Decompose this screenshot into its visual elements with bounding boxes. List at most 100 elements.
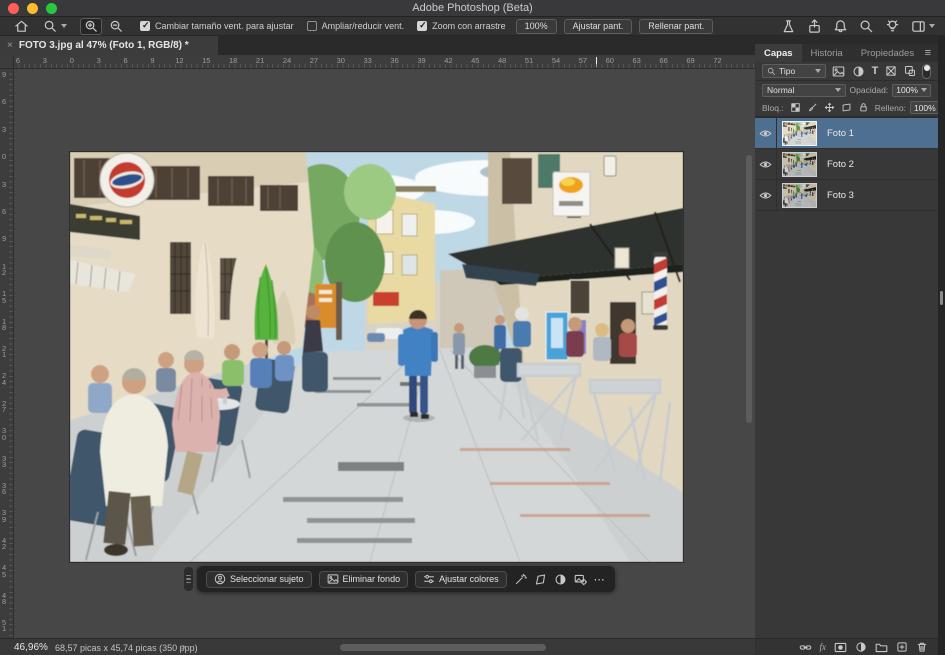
remove-background-label: Eliminar fondo [343, 574, 401, 584]
fit-screen-button[interactable]: Ajustar pant. [564, 19, 633, 34]
search-icon [767, 67, 776, 76]
layer-effects-icon[interactable]: fx [820, 642, 827, 652]
learn-bulb-icon[interactable] [885, 19, 900, 34]
select-subject-button[interactable]: Seleccionar sujeto [206, 571, 312, 588]
canvas-image[interactable] [70, 152, 683, 562]
search-icon[interactable] [859, 19, 874, 34]
canvas-area[interactable] [14, 69, 755, 638]
vertical-ruler[interactable]: 96303691 21 51 82 12 42 73 03 33 63 94 2… [0, 69, 14, 638]
layer-visibility-toggle[interactable] [755, 149, 777, 180]
filter-toggle-switch[interactable] [922, 64, 931, 79]
delete-layer-trash-icon[interactable] [916, 641, 928, 653]
taskbar-drag-handle[interactable] [184, 567, 193, 591]
transform-icon[interactable] [534, 573, 547, 586]
filter-smartobject-icon[interactable] [904, 65, 916, 77]
workspace-switcher[interactable] [911, 19, 935, 34]
status-expand-icon[interactable]: > [181, 642, 186, 652]
tab-capas[interactable]: Capas [755, 44, 802, 62]
collapsed-panel-dock[interactable] [938, 36, 945, 655]
resize-window-checkbox[interactable]: Cambiar tamaño vent. para ajustar [140, 21, 294, 31]
adjustment-layer-icon[interactable] [855, 641, 867, 653]
eye-icon [759, 158, 772, 171]
layer-row-foto3[interactable]: Foto 3 [755, 180, 938, 211]
notifications-bell-icon[interactable] [833, 19, 848, 34]
more-options-icon[interactable]: ⋯ [594, 573, 606, 586]
layer-mask-icon[interactable] [834, 641, 847, 654]
window-title: Adobe Photoshop (Beta) [0, 2, 945, 14]
new-group-folder-icon[interactable] [875, 641, 888, 654]
lock-all-icon[interactable] [858, 102, 869, 113]
vertical-scrollbar[interactable] [744, 69, 754, 638]
link-layers-icon[interactable] [799, 641, 812, 654]
close-tab-icon[interactable]: × [7, 40, 13, 51]
layer-row-foto1[interactable]: Foto 1 [755, 118, 938, 149]
layer-filter-row: Tipo T [755, 62, 938, 81]
adjust-colors-button[interactable]: Ajustar colores [415, 571, 507, 588]
new-layer-icon[interactable] [896, 641, 908, 653]
layer-thumbnail[interactable] [782, 183, 817, 208]
adjustment-icon[interactable] [554, 573, 567, 586]
horizontal-scrollbar-thumb[interactable] [340, 644, 546, 651]
opacity-value-box[interactable]: 100% [892, 84, 931, 97]
select-subject-label: Seleccionar sujeto [230, 574, 304, 584]
lock-transparency-icon[interactable] [790, 102, 801, 113]
vertical-scrollbar-thumb[interactable] [746, 155, 752, 423]
zoom-out-button[interactable] [105, 18, 127, 35]
layer-name[interactable]: Foto 2 [827, 159, 854, 170]
fill-screen-button[interactable]: Rellenar pant. [639, 19, 713, 34]
home-button[interactable] [10, 18, 32, 35]
filter-type-label: Tipo [779, 66, 812, 76]
chevron-down-icon [815, 69, 821, 73]
status-zoom-level[interactable]: 46,96% [14, 642, 48, 653]
zoom-in-button[interactable] [80, 18, 102, 35]
remove-background-button[interactable]: Eliminar fondo [319, 571, 409, 588]
layer-name[interactable]: Foto 3 [827, 190, 854, 201]
layer-thumbnail[interactable] [782, 121, 817, 146]
layer-name[interactable]: Foto 1 [827, 128, 854, 139]
ruler-cursor-indicator [596, 57, 597, 67]
filter-adjustment-icon[interactable] [852, 65, 865, 78]
checkbox-unchecked [307, 21, 317, 31]
horizontal-ruler[interactable]: 6303691215182124273033363942454851545760… [14, 55, 755, 69]
tab-propiedades[interactable]: Propiedades [852, 44, 923, 62]
layer-thumbnail[interactable] [782, 152, 817, 177]
layer-visibility-toggle[interactable] [755, 118, 777, 149]
tab-historia[interactable]: Historia [802, 44, 852, 62]
checkbox-checked [140, 21, 150, 31]
magic-wand-icon[interactable] [514, 573, 527, 586]
eye-icon [759, 189, 772, 202]
beta-flask-icon[interactable] [781, 19, 796, 34]
panel-menu-icon[interactable]: ≡ [925, 44, 931, 62]
scrubby-zoom-checkbox[interactable]: Zoom con arrastre [417, 21, 506, 31]
zoom-tool-button[interactable] [40, 18, 70, 35]
status-bar: 46,96% 68,57 picas x 45,74 picas (350 pp… [0, 638, 755, 655]
zoom-all-windows-checkbox[interactable]: Ampliar/reducir vent. [307, 21, 405, 31]
image-settings-icon[interactable] [574, 573, 587, 586]
blend-mode-row: Normal Opacidad: 100% [755, 81, 938, 99]
zoom-100-button[interactable]: 100% [516, 19, 557, 34]
layers-panel: Capas Historia Propiedades ≡ Tipo T Norm… [755, 36, 938, 655]
magnifier-icon [43, 19, 58, 34]
share-icon[interactable] [807, 19, 822, 34]
lock-pixels-brush-icon[interactable] [807, 102, 818, 113]
panel-dock-handle[interactable] [940, 291, 943, 305]
lock-position-move-icon[interactable] [824, 102, 835, 113]
person-icon [214, 573, 226, 585]
tool-options-bar: Cambiar tamaño vent. para ajustar Amplia… [0, 17, 945, 36]
layer-row-foto2[interactable]: Foto 2 [755, 149, 938, 180]
filter-shape-icon[interactable] [885, 65, 897, 77]
document-tab[interactable]: × FOTO 3.jpg al 47% (Foto 1, RGB/8) * [0, 36, 218, 55]
filter-pixel-icon[interactable] [832, 65, 845, 78]
filter-type-icon[interactable]: T [872, 66, 879, 77]
layers-panel-footer: fx [755, 638, 938, 655]
checkbox-checked [417, 21, 427, 31]
fill-value: 100% [914, 103, 936, 113]
layer-filter-dropdown[interactable]: Tipo [762, 64, 826, 78]
blend-mode-select[interactable]: Normal [762, 84, 846, 97]
blend-mode-value: Normal [767, 85, 835, 95]
layer-visibility-toggle[interactable] [755, 180, 777, 211]
window-titlebar: Adobe Photoshop (Beta) [0, 0, 945, 17]
zoom-out-icon [109, 19, 124, 34]
status-document-size: 68,57 picas x 45,74 picas (350 ppp) [55, 643, 198, 653]
lock-artboard-icon[interactable] [841, 102, 852, 113]
